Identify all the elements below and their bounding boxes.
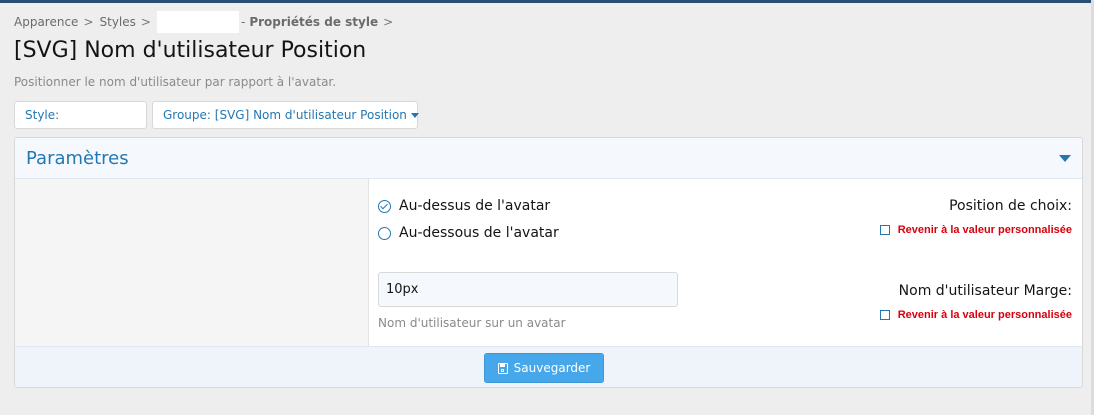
group-filter-button[interactable]: Groupe: [SVG] Nom d'utilisateur Position	[152, 101, 419, 129]
revert-checkbox[interactable]	[879, 225, 890, 235]
save-button[interactable]: Sauvegarder	[484, 353, 604, 383]
position-label: Position de choix:	[949, 198, 1072, 214]
style-filter-label: Style:	[25, 108, 60, 122]
page-title: [SVG] Nom d'utilisateur Position	[14, 38, 367, 63]
option-label: Au-dessous de l'avatar	[399, 225, 559, 241]
margin-input[interactable]: 10px	[378, 272, 678, 307]
top-bar	[0, 0, 1094, 3]
option-label: Au-dessus de l'avatar	[399, 198, 551, 214]
chevron-right-icon: >	[83, 15, 94, 29]
block-header[interactable]: Paramètres	[15, 138, 1082, 179]
redacted-style-name	[156, 11, 239, 33]
form-footer: Sauvegarder	[15, 346, 1082, 387]
breadcrumb-apparence[interactable]: Apparence	[14, 15, 78, 29]
margin-hint: Nom d'utilisateur sur un avatar	[378, 316, 566, 330]
option-above-avatar[interactable]: Au-dessus de l'avatar	[378, 198, 550, 214]
collapse-caret-icon[interactable]	[1059, 154, 1071, 162]
radio-icon[interactable]	[378, 226, 391, 240]
style-filter-button[interactable]: Style:	[14, 101, 147, 129]
page-description: Positionner le nom d'utilisateur par rap…	[14, 75, 337, 89]
chevron-right-icon: >	[383, 15, 394, 29]
label-column	[15, 179, 369, 346]
revert-text: Revenir à la valeur personnalisée	[897, 224, 1072, 236]
caret-down-icon	[410, 112, 419, 118]
breadcrumb-dash: -	[240, 15, 246, 29]
radio-checked-icon[interactable]	[378, 199, 391, 213]
settings-rows: Position de choix: Revenir à la valeur p…	[15, 179, 1082, 346]
save-icon	[497, 362, 508, 374]
revert-checkbox[interactable]	[879, 310, 890, 320]
block-title: Paramètres	[26, 147, 129, 169]
margin-label: Nom d'utilisateur Marge:	[898, 283, 1072, 299]
save-label: Sauvegarder	[513, 361, 591, 375]
group-filter-label: Groupe: [SVG] Nom d'utilisateur Position	[163, 108, 407, 122]
margin-revert[interactable]: Revenir à la valeur personnalisée	[729, 309, 1082, 321]
breadcrumb: Apparence > Styles > - Propriétés de sty…	[14, 11, 399, 33]
chevron-right-icon: >	[140, 15, 151, 29]
breadcrumb-style-properties[interactable]: Propriétés de style	[249, 15, 378, 29]
revert-text: Revenir à la valeur personnalisée	[897, 309, 1072, 321]
settings-block: Paramètres Position de choix: Revenir à …	[14, 137, 1083, 388]
option-below-avatar[interactable]: Au-dessous de l'avatar	[378, 225, 559, 241]
position-revert[interactable]: Revenir à la valeur personnalisée	[729, 224, 1082, 236]
breadcrumb-styles[interactable]: Styles	[100, 15, 136, 29]
